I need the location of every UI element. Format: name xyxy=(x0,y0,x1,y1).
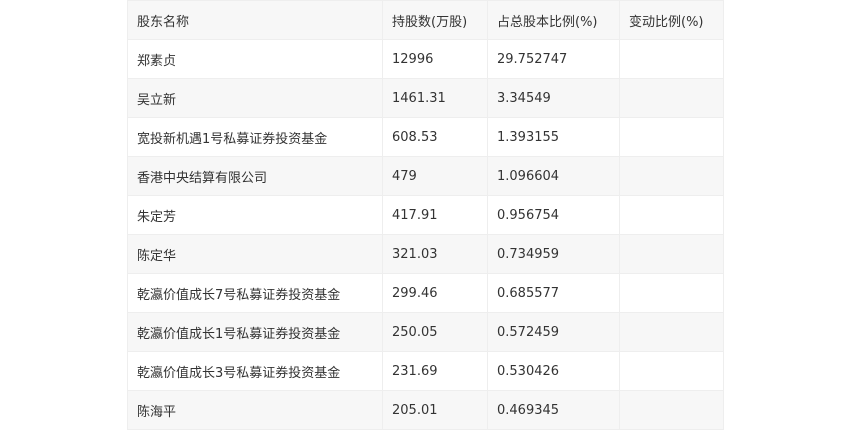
cell-shareholder-name: 郑素贞 xyxy=(127,39,383,79)
cell-share-ratio: 0.469345 xyxy=(487,390,620,430)
cell-shareholder-name: 陈海平 xyxy=(127,390,383,430)
table-row: 陈定华 321.03 0.734959 xyxy=(127,234,724,274)
table-row: 乾瀛价值成长7号私募证券投资基金 299.46 0.685577 xyxy=(127,273,724,313)
cell-shareholder-name: 吴立新 xyxy=(127,78,383,118)
cell-shareholder-name: 乾瀛价值成长3号私募证券投资基金 xyxy=(127,351,383,391)
header-shares: 持股数(万股) xyxy=(382,0,488,40)
cell-change-ratio xyxy=(619,312,724,352)
table-row: 乾瀛价值成长1号私募证券投资基金 250.05 0.572459 xyxy=(127,312,724,352)
cell-change-ratio xyxy=(619,78,724,118)
cell-shares: 1461.31 xyxy=(382,78,488,118)
cell-change-ratio xyxy=(619,273,724,313)
table-row: 陈海平 205.01 0.469345 xyxy=(127,390,724,430)
cell-shares: 250.05 xyxy=(382,312,488,352)
cell-shares: 608.53 xyxy=(382,117,488,157)
cell-shares: 479 xyxy=(382,156,488,196)
cell-shares: 417.91 xyxy=(382,195,488,235)
shareholders-table-container: 股东名称 持股数(万股) 占总股本比例(%) 变动比例(%) 郑素贞 12996… xyxy=(127,0,724,430)
cell-shares: 299.46 xyxy=(382,273,488,313)
cell-share-ratio: 0.956754 xyxy=(487,195,620,235)
cell-shares: 231.69 xyxy=(382,351,488,391)
cell-share-ratio: 29.752747 xyxy=(487,39,620,79)
cell-shares: 321.03 xyxy=(382,234,488,274)
cell-change-ratio xyxy=(619,195,724,235)
cell-share-ratio: 0.685577 xyxy=(487,273,620,313)
cell-share-ratio: 3.34549 xyxy=(487,78,620,118)
cell-share-ratio: 0.572459 xyxy=(487,312,620,352)
table-row: 香港中央结算有限公司 479 1.096604 xyxy=(127,156,724,196)
cell-share-ratio: 1.393155 xyxy=(487,117,620,157)
header-share-ratio: 占总股本比例(%) xyxy=(487,0,620,40)
cell-share-ratio: 0.734959 xyxy=(487,234,620,274)
table-row: 郑素贞 12996 29.752747 xyxy=(127,39,724,79)
table-row: 吴立新 1461.31 3.34549 xyxy=(127,78,724,118)
table-row: 朱定芳 417.91 0.956754 xyxy=(127,195,724,235)
cell-shares: 205.01 xyxy=(382,390,488,430)
cell-change-ratio xyxy=(619,234,724,274)
cell-shareholder-name: 香港中央结算有限公司 xyxy=(127,156,383,196)
table-header-row: 股东名称 持股数(万股) 占总股本比例(%) 变动比例(%) xyxy=(127,0,724,40)
cell-share-ratio: 0.530426 xyxy=(487,351,620,391)
cell-shareholder-name: 陈定华 xyxy=(127,234,383,274)
table-row: 乾瀛价值成长3号私募证券投资基金 231.69 0.530426 xyxy=(127,351,724,391)
cell-shares: 12996 xyxy=(382,39,488,79)
cell-change-ratio xyxy=(619,390,724,430)
cell-change-ratio xyxy=(619,39,724,79)
table-row: 宽投新机遇1号私募证券投资基金 608.53 1.393155 xyxy=(127,117,724,157)
cell-shareholder-name: 宽投新机遇1号私募证券投资基金 xyxy=(127,117,383,157)
cell-shareholder-name: 乾瀛价值成长7号私募证券投资基金 xyxy=(127,273,383,313)
header-shareholder-name: 股东名称 xyxy=(127,0,383,40)
cell-shareholder-name: 乾瀛价值成长1号私募证券投资基金 xyxy=(127,312,383,352)
header-change-ratio: 变动比例(%) xyxy=(619,0,724,40)
cell-shareholder-name: 朱定芳 xyxy=(127,195,383,235)
cell-change-ratio xyxy=(619,351,724,391)
cell-share-ratio: 1.096604 xyxy=(487,156,620,196)
cell-change-ratio xyxy=(619,117,724,157)
cell-change-ratio xyxy=(619,156,724,196)
shareholders-table: 股东名称 持股数(万股) 占总股本比例(%) 变动比例(%) 郑素贞 12996… xyxy=(127,0,724,430)
